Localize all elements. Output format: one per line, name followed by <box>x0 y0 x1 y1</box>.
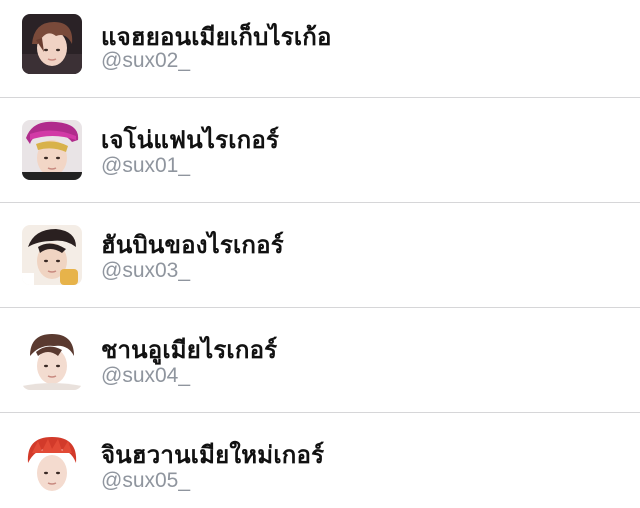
user-handle: @sux04_ <box>101 364 191 387</box>
account-row[interactable]: ฮันบินของไรเกอร์ @sux03_ <box>0 203 640 308</box>
account-list: แจฮยอนเมียเก็บไรเก้อ @sux02_ เจโน่แฟนไรเ… <box>0 0 640 508</box>
profile-photo-icon <box>22 435 82 495</box>
account-row[interactable]: จินฮวานเมียใหม่เกอร์ @sux05_ <box>0 413 640 508</box>
avatar[interactable] <box>22 435 82 495</box>
profile-photo-icon <box>22 14 82 74</box>
account-row[interactable]: ชานอูเมียไรเกอร์ @sux04_ <box>0 308 640 413</box>
account-row[interactable]: เจโน่แฟนไรเกอร์ @sux01_ <box>0 98 640 203</box>
profile-photo-icon <box>22 225 82 285</box>
user-handle: @sux02_ <box>101 49 191 72</box>
user-handle: @sux05_ <box>101 469 191 492</box>
avatar[interactable] <box>22 120 82 180</box>
avatar[interactable] <box>22 14 82 74</box>
user-handle: @sux01_ <box>101 154 191 177</box>
profile-photo-icon <box>22 120 82 180</box>
user-handle: @sux03_ <box>101 259 191 282</box>
avatar[interactable] <box>22 225 82 285</box>
profile-photo-icon <box>22 330 82 390</box>
account-row[interactable]: แจฮยอนเมียเก็บไรเก้อ @sux02_ <box>0 0 640 98</box>
avatar[interactable] <box>22 330 82 390</box>
